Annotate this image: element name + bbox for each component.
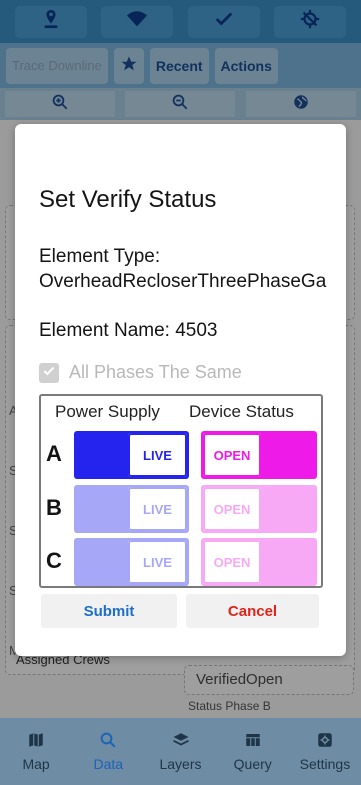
tab-data[interactable]: Data	[72, 718, 144, 785]
set-verify-status-dialog: Set Verify Status Element Type: Overhead…	[15, 124, 346, 656]
phase-b-power-toggle[interactable]: LIVE	[74, 485, 189, 533]
search-icon	[99, 731, 117, 752]
element-type-label: Element Type:	[39, 246, 161, 267]
phase-b-status-fill	[261, 485, 317, 533]
phase-status-grid: Power Supply Device Status A LIVE OPEN B…	[39, 394, 323, 588]
tab-map[interactable]: Map	[0, 718, 72, 785]
all-phases-checkbox-row[interactable]: All Phases The Same	[39, 362, 242, 383]
device-status-header: Device Status	[189, 402, 294, 421]
bottom-tab-bar: Map Data Layers Query Settings	[0, 718, 361, 785]
tab-settings-label: Settings	[299, 756, 351, 772]
tab-layers[interactable]: Layers	[144, 718, 216, 785]
phase-a-status-toggle[interactable]: OPEN	[201, 431, 317, 479]
phase-c-power-value: LIVE	[128, 540, 187, 584]
phase-a-power-value: LIVE	[128, 433, 187, 477]
phase-c-status-value: OPEN	[203, 540, 261, 584]
dialog-title: Set Verify Status	[39, 186, 217, 213]
map-icon	[27, 731, 45, 752]
tab-query[interactable]: Query	[217, 718, 289, 785]
phase-c-status-toggle[interactable]: OPEN	[201, 538, 317, 586]
all-phases-label: All Phases The Same	[69, 362, 242, 382]
phase-b-status-value: OPEN	[203, 487, 261, 531]
submit-button[interactable]: Submit	[41, 594, 177, 628]
phase-b-label: B	[46, 495, 62, 520]
phase-a-label: A	[46, 441, 62, 466]
phase-a-status-fill	[261, 431, 317, 479]
phase-b-power-value: LIVE	[128, 487, 187, 531]
phase-b-power-fill	[74, 485, 128, 533]
phase-c-power-toggle[interactable]: LIVE	[74, 538, 189, 586]
all-phases-checkbox[interactable]	[39, 362, 59, 383]
layers-icon	[172, 731, 190, 752]
settings-icon	[316, 731, 334, 752]
tab-map-label: Map	[22, 756, 50, 772]
element-name-text: Element Name: 4503	[39, 320, 218, 341]
phase-b-status-toggle[interactable]: OPEN	[201, 485, 317, 533]
phase-a-power-toggle[interactable]: LIVE	[74, 431, 189, 479]
phase-c-label: C	[46, 548, 62, 573]
checkmark-icon	[42, 362, 56, 383]
power-supply-header: Power Supply	[55, 402, 160, 421]
tab-data-label: Data	[93, 756, 124, 772]
phase-a-status-value: OPEN	[203, 433, 261, 477]
element-type-value: OverheadRecloserThreePhaseGa	[39, 271, 327, 292]
tab-settings[interactable]: Settings	[289, 718, 361, 785]
tab-query-label: Query	[233, 756, 272, 772]
cancel-button[interactable]: Cancel	[186, 594, 319, 628]
app-background: Trace Downline Recent Actions A S S S As…	[0, 0, 361, 785]
phase-a-power-fill	[74, 431, 128, 479]
table-icon	[244, 731, 262, 752]
phase-c-power-fill	[74, 538, 128, 586]
tab-layers-label: Layers	[159, 756, 202, 772]
phase-c-status-fill	[261, 538, 317, 586]
